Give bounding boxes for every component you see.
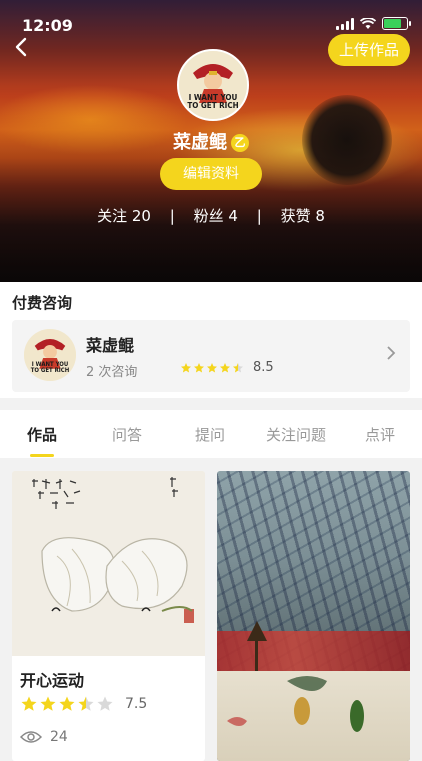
tab-ask[interactable]: 提问 (190, 424, 230, 445)
chevron-right-icon (386, 342, 396, 366)
eye-icon (20, 731, 42, 743)
star-icon (220, 362, 230, 372)
work-card[interactable] (217, 471, 410, 761)
rating-score: 7.5 (125, 696, 148, 712)
tab-followed-questions[interactable]: 关注问题 (262, 424, 330, 445)
tab-qa[interactable]: 问答 (107, 424, 147, 445)
view-count: 24 (20, 729, 68, 745)
chevron-left-icon (15, 37, 27, 57)
tab-indicator (30, 454, 54, 457)
tab-works[interactable]: 作品 (24, 424, 60, 445)
likes-stat: 获赞 8 (280, 207, 325, 225)
status-icons (336, 17, 411, 30)
avatar[interactable]: I WANT YOU TO GET RICH (177, 49, 249, 121)
rating-stars: 7.5 (20, 695, 147, 713)
star-icon (78, 696, 94, 711)
consult-avatar: I WANT YOU TO GET RICH (24, 329, 76, 381)
star-icon (21, 696, 37, 711)
star-icon (233, 362, 243, 372)
work-title: 开心运动 (20, 671, 85, 690)
star-icon (181, 362, 191, 372)
upload-work-button[interactable]: 上传作品 (328, 34, 410, 66)
consult-name: 菜虚鲲 (86, 336, 135, 355)
star-icon (59, 696, 75, 711)
star-icon (97, 696, 113, 711)
following-stat[interactable]: 关注 20 (97, 205, 151, 226)
level-badge-icon: 乙 (231, 134, 249, 152)
back-button[interactable] (14, 36, 36, 60)
section-title: 付费咨询 (12, 294, 73, 312)
rating-score: 8.5 (253, 360, 274, 375)
star-icon (40, 696, 56, 711)
work-card[interactable]: 开心运动 7.5 24 (12, 471, 205, 761)
tab-reviews[interactable]: 点评 (358, 424, 402, 445)
fans-stat[interactable]: 粉丝 4 (194, 205, 238, 226)
works-grid: 开心运动 7.5 24 (0, 458, 422, 761)
status-time: 12:09 (22, 16, 73, 35)
edit-profile-button[interactable]: 编辑资料 (160, 158, 262, 190)
signal-icon (336, 17, 354, 30)
wifi-icon (360, 17, 376, 29)
star-icon (207, 362, 217, 372)
battery-icon (382, 17, 411, 30)
work-image (12, 471, 205, 656)
avatar-caption: I WANT YOU TO GET RICH (30, 361, 70, 375)
consult-count: 2 次咨询 (86, 365, 138, 380)
star-icon (194, 362, 204, 372)
avatar-caption: I WANT YOU TO GET RICH (187, 93, 239, 111)
profile-stats: 关注 20 | 粉丝 4 | 获赞 8 (97, 205, 325, 226)
content-tabs: 作品 问答 提问 关注问题 点评 (0, 410, 422, 458)
rating-stars: 8.5 (180, 360, 274, 375)
profile-username: 菜虚鲲乙 (0, 128, 422, 154)
